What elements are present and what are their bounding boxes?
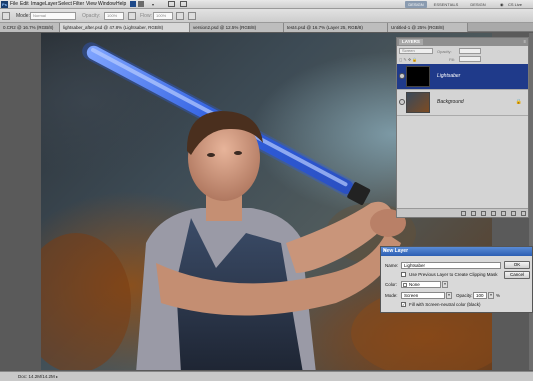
layer-row-lightsaber[interactable]: Lightsaber: [397, 64, 528, 90]
use-previous-checkbox[interactable]: [401, 272, 406, 277]
layers-tab[interactable]: LAYERS: [399, 39, 423, 45]
pressure-opacity-icon[interactable]: [128, 12, 136, 20]
tab-label: lightsaber_after.psd @ 47.8% (Lightsaber…: [63, 25, 164, 30]
bridge-icon[interactable]: [130, 1, 136, 7]
menu-window[interactable]: Window: [98, 1, 116, 7]
opacity-unit: %: [496, 293, 501, 298]
opacity-label: Opacity:: [82, 13, 101, 19]
flow-label: Flow:: [140, 13, 152, 19]
opacity-label: Opacity:: [456, 293, 473, 298]
layers-fill-field[interactable]: [459, 56, 481, 62]
use-previous-label: Use Previous Layer to Create Clipping Ma…: [409, 272, 498, 277]
tab-document-3[interactable]: version2.psd @ 12.5% (RGB/8): [190, 23, 284, 32]
layer-thumbnail: [406, 66, 430, 87]
layers-opacity-label: Opacity:: [437, 49, 452, 54]
ok-button[interactable]: OK: [504, 261, 530, 269]
mode-select[interactable]: Screen: [401, 292, 445, 299]
document-tab-bar: 0.CR2 @ 16.7% (RGB/8) lightsaber_after.p…: [0, 23, 533, 32]
airbrush-icon[interactable]: [176, 12, 184, 20]
tab-label: Untitled-1 @ 25% (RGB/8): [391, 25, 445, 30]
cs-live-button[interactable]: CS Live: [508, 1, 522, 8]
minibridge-icon[interactable]: [138, 1, 144, 7]
menu-filter[interactable]: Filter: [73, 1, 84, 7]
menu-edit[interactable]: Edit: [20, 1, 29, 7]
cs-live-icon: ◉: [500, 2, 504, 7]
panel-dock-strip: [529, 33, 533, 370]
tab-label: version2.psd @ 12.5% (RGB/8): [193, 25, 257, 30]
lock-icon: 🔒: [515, 99, 522, 105]
color-value: None: [409, 282, 420, 287]
fill-neutral-label: Fill with Screen-neutral color (black): [409, 302, 481, 307]
workspace-essentials-button[interactable]: ESSENTIALS: [432, 1, 460, 8]
pressure-size-icon[interactable]: [188, 12, 196, 20]
chevron-down-icon[interactable]: ▾: [446, 292, 452, 299]
menu-bar: Ps File Edit Image Layer Select Filter V…: [0, 0, 533, 9]
close-icon[interactable]: ✕: [383, 248, 530, 254]
menu-layer[interactable]: Layer: [45, 1, 58, 7]
workspace-design-button[interactable]: DESIGN: [405, 1, 427, 8]
layer-thumbnail: [406, 92, 430, 113]
zoom-level-icon[interactable]: ▾: [152, 2, 154, 7]
layers-panel: LAYERS ≡ Screen Opacity: Fill: ◻ ✎ ✥ 🔒 L…: [396, 37, 529, 218]
mode-label: Mode:: [385, 293, 398, 298]
mode-select[interactable]: Normal: [30, 12, 76, 20]
mode-label: Mode:: [16, 13, 30, 19]
brush-tool-preset-icon[interactable]: [2, 12, 10, 20]
new-group-icon[interactable]: [501, 211, 506, 216]
menu-select[interactable]: Select: [58, 1, 72, 7]
tab-document-4[interactable]: test4.psd @ 16.7% (Layer 25, RGB/8): [284, 23, 388, 32]
dialog-titlebar[interactable]: New Layer ✕: [381, 247, 532, 256]
panel-menu-icon[interactable]: ≡: [524, 39, 526, 44]
flow-field[interactable]: 100%: [153, 12, 173, 20]
tab-document-1[interactable]: 0.CR2 @ 16.7% (RGB/8): [0, 23, 60, 32]
options-bar: Mode: Normal Opacity: 100% Flow: 100%: [0, 9, 533, 23]
lock-icons[interactable]: ◻ ✎ ✥ 🔒: [399, 57, 417, 62]
document-size: Doc: 14.2M/14.2M: [18, 374, 55, 379]
menu-image[interactable]: Image: [31, 1, 45, 7]
status-bar: Doc: 14.2M/14.2M ▸: [0, 371, 533, 381]
new-layer-dialog: New Layer ✕ Name: Lightsaber Use Previou…: [380, 246, 533, 313]
visibility-eye-icon[interactable]: [399, 73, 405, 79]
status-arrow-icon[interactable]: ▸: [56, 374, 58, 379]
cancel-button[interactable]: Cancel: [504, 271, 530, 279]
tab-label: 0.CR2 @ 16.7% (RGB/8): [3, 25, 54, 30]
color-label: Color:: [385, 282, 398, 287]
menu-help[interactable]: Help: [116, 1, 126, 7]
layers-opacity-field[interactable]: [459, 48, 481, 54]
add-mask-icon[interactable]: [481, 211, 486, 216]
menu-view[interactable]: View: [86, 1, 97, 7]
layers-fill-label: Fill:: [449, 57, 456, 62]
blend-mode-select[interactable]: Screen: [399, 48, 433, 54]
arrange-documents-icon[interactable]: [168, 1, 175, 7]
new-layer-icon[interactable]: [511, 211, 516, 216]
tab-label: test4.psd @ 16.7% (Layer 25, RGB/8): [287, 25, 363, 30]
opacity-field[interactable]: 100%: [104, 12, 124, 20]
tab-document-5[interactable]: Untitled-1 @ 25% (RGB/8): [388, 23, 468, 32]
workspace-design-2-button[interactable]: DESIGN: [466, 1, 490, 8]
tab-document-2[interactable]: lightsaber_after.psd @ 47.8% (Lightsaber…: [60, 23, 190, 32]
layer-name: Lightsaber: [437, 73, 461, 79]
name-label: Name:: [385, 263, 399, 268]
adjustment-layer-icon[interactable]: [491, 211, 496, 216]
link-layers-icon[interactable]: [461, 211, 466, 216]
layers-panel-tabbar: LAYERS ≡: [397, 38, 528, 46]
layers-footer-toolbar: [397, 208, 528, 217]
fill-neutral-checkbox[interactable]: ✓: [401, 302, 406, 307]
color-select[interactable]: None: [401, 281, 441, 288]
screen-mode-icon[interactable]: [180, 1, 187, 7]
opacity-input[interactable]: 100: [473, 292, 487, 299]
photoshop-logo-icon: Ps: [1, 1, 8, 8]
layer-style-icon[interactable]: [471, 211, 476, 216]
layer-name: Background: [437, 99, 464, 105]
visibility-eye-icon[interactable]: [399, 99, 405, 105]
trash-icon[interactable]: [521, 211, 526, 216]
layer-name-input[interactable]: Lightsaber: [401, 262, 501, 269]
menu-file[interactable]: File: [10, 1, 18, 7]
chevron-down-icon[interactable]: ▾: [442, 281, 448, 288]
color-swatch-icon: [403, 283, 407, 287]
chevron-down-icon[interactable]: ▾: [488, 292, 494, 299]
layer-row-background[interactable]: Background 🔒: [397, 90, 528, 116]
